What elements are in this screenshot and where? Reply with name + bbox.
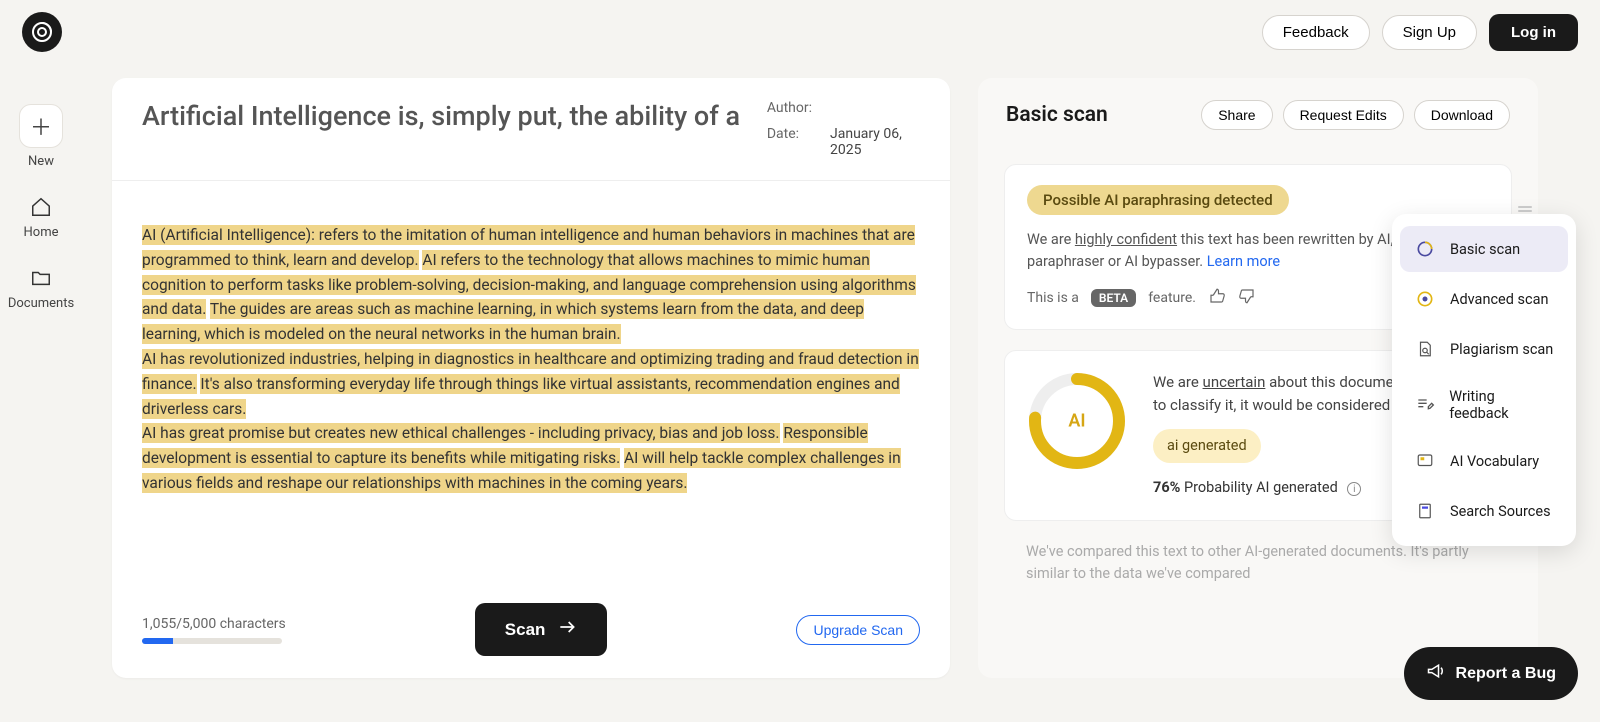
menu-search-sources[interactable]: Search Sources (1400, 488, 1568, 534)
new-document-button[interactable]: ＋ New (19, 104, 63, 169)
menu-writing-feedback[interactable]: Writing feedback (1400, 376, 1568, 434)
certainty-word: uncertain (1203, 373, 1266, 391)
text-span: The guides are areas such as machine lea… (142, 299, 864, 344)
author-label: Author: (767, 100, 812, 116)
login-button[interactable]: Log in (1489, 14, 1578, 51)
share-button[interactable]: Share (1201, 100, 1272, 130)
character-progress (142, 638, 282, 644)
writing-feedback-icon (1414, 394, 1435, 416)
date-value: January 06, 2025 (830, 126, 920, 158)
app-logo[interactable] (22, 12, 62, 52)
home-label: Home (24, 225, 59, 240)
results-title: Basic scan (1006, 103, 1108, 127)
advanced-scan-icon (1414, 288, 1436, 310)
probability-percent: 76% (1153, 479, 1180, 496)
text-span: AI has great promise but creates new eth… (142, 423, 780, 443)
sidebar-documents[interactable]: Documents (8, 266, 74, 311)
feedback-button[interactable]: Feedback (1262, 15, 1370, 50)
new-label: New (28, 154, 54, 169)
sidebar-home[interactable]: Home (24, 195, 59, 240)
confidence-level: highly confident (1075, 231, 1177, 248)
date-label: Date: (767, 126, 812, 158)
request-edits-button[interactable]: Request Edits (1283, 100, 1404, 130)
text-span: It's also transforming everyday life thr… (142, 374, 900, 419)
home-icon (29, 195, 53, 219)
author-value (830, 100, 920, 116)
plus-icon: ＋ (30, 110, 52, 142)
gauge-label: AI (1068, 410, 1085, 431)
vocabulary-icon (1414, 450, 1436, 472)
upgrade-scan-button[interactable]: Upgrade Scan (796, 615, 920, 645)
signup-button[interactable]: Sign Up (1382, 15, 1477, 50)
beta-badge: BETA (1091, 289, 1136, 307)
learn-more-link[interactable]: Learn more (1207, 253, 1280, 270)
menu-plagiarism-scan[interactable]: Plagiarism scan (1400, 326, 1568, 372)
menu-ai-vocabulary[interactable]: AI Vocabulary (1400, 438, 1568, 484)
info-icon[interactable]: i (1347, 482, 1361, 496)
comparison-note: We've compared this text to other AI-gen… (1004, 541, 1512, 585)
folder-icon (29, 266, 53, 290)
verdict-pill: ai generated (1153, 429, 1261, 463)
report-bug-button[interactable]: Report a Bug (1404, 647, 1578, 700)
probability-gauge: AI (1027, 371, 1127, 471)
download-button[interactable]: Download (1414, 100, 1510, 130)
arrow-right-icon (557, 617, 577, 642)
menu-advanced-scan[interactable]: Advanced scan (1400, 276, 1568, 322)
menu-basic-scan[interactable]: Basic scan (1400, 226, 1568, 272)
search-sources-icon (1414, 500, 1436, 522)
thumbs-up-icon[interactable] (1208, 287, 1226, 309)
plagiarism-icon (1414, 338, 1436, 360)
editor-body[interactable]: AI (Artificial Intelligence): refers to … (112, 181, 950, 589)
character-count: 1,055/5,000 characters (142, 616, 286, 632)
left-sidebar: ＋ New Home Documents (0, 78, 82, 311)
basic-scan-icon (1414, 238, 1436, 260)
thumbs-down-icon[interactable] (1238, 287, 1256, 309)
documents-label: Documents (8, 296, 74, 311)
scan-type-menu: Basic scan Advanced scan Plagiarism scan… (1392, 214, 1576, 546)
scan-button[interactable]: Scan (475, 603, 608, 656)
editor-card: Artificial Intelligence is, simply put, … (112, 78, 950, 678)
megaphone-icon (1426, 661, 1446, 686)
top-header: Feedback Sign Up Log in (0, 0, 1600, 64)
paraphrasing-pill: Possible AI paraphrasing detected (1027, 185, 1289, 215)
document-title[interactable]: Artificial Intelligence is, simply put, … (142, 100, 743, 158)
